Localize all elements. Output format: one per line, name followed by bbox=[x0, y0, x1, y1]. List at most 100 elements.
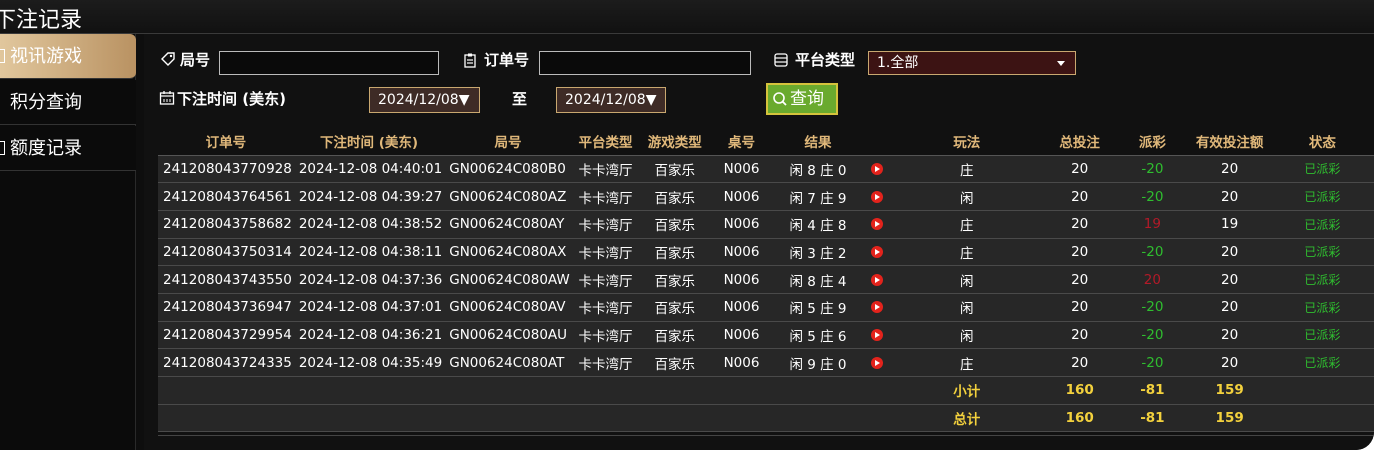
clipboard-icon bbox=[464, 53, 476, 68]
platform-cell: 卡卡湾厅 bbox=[571, 348, 640, 377]
video-replay-icon[interactable] bbox=[870, 245, 883, 258]
tag-icon bbox=[161, 52, 175, 66]
round-input[interactable] bbox=[219, 51, 439, 75]
table-row[interactable]: 241208043743550 2024-12-08 04:37:36 GN0062… bbox=[158, 265, 1374, 294]
replay-cell bbox=[863, 348, 891, 377]
order-input[interactable] bbox=[539, 51, 751, 75]
round-cell: GN00624C080AT bbox=[444, 348, 572, 377]
valid-bet-cell: 20 bbox=[1188, 321, 1271, 350]
video-replay-icon[interactable] bbox=[870, 162, 883, 175]
payout-cell: -20 bbox=[1116, 348, 1189, 377]
replay-cell bbox=[863, 265, 891, 294]
summary-spacer bbox=[158, 376, 891, 405]
order-number-cell: 241208043764561 bbox=[158, 182, 294, 211]
order-number-cell: 241208043729954 bbox=[158, 321, 294, 350]
table-row[interactable]: 241208043736947 2024-12-08 04:37:01 GN0062… bbox=[158, 293, 1374, 322]
sidebar-item-credit[interactable]: 额度记录 bbox=[0, 126, 136, 171]
round-label: 局号 bbox=[180, 51, 211, 69]
game-type-cell: 百家乐 bbox=[639, 182, 711, 211]
total-bet-cell: 20 bbox=[1043, 238, 1117, 267]
valid-bet-cell: 20 bbox=[1188, 348, 1271, 377]
video-replay-icon[interactable] bbox=[870, 301, 883, 314]
status-cell: 已派彩 bbox=[1270, 293, 1374, 322]
play-cell: 闲 bbox=[890, 265, 1044, 294]
table-number-cell: N006 bbox=[710, 238, 773, 267]
query-button[interactable]: 查询 bbox=[766, 83, 838, 115]
play-cell: 庄 bbox=[890, 238, 1044, 267]
round-cell: GN00624C080AZ bbox=[444, 182, 572, 211]
result-cell: 闲 3 庄 2 bbox=[772, 238, 864, 267]
game-type-cell: 百家乐 bbox=[639, 210, 711, 239]
platform-select[interactable]: 1.全部 bbox=[868, 51, 1076, 75]
sidebar-item-label: 视讯游戏 bbox=[10, 46, 82, 67]
payout-cell: 19 bbox=[1116, 210, 1189, 239]
bet-time-cell: 2024-12-08 04:38:11 bbox=[293, 238, 445, 267]
total-bet-cell: 20 bbox=[1043, 348, 1117, 377]
summary-label: 总计 bbox=[890, 404, 1044, 433]
bet-record-icon bbox=[0, 49, 5, 63]
payout-cell: -20 bbox=[1116, 182, 1189, 211]
order-number-cell: 241208043770928 bbox=[158, 155, 294, 184]
table-row[interactable]: 241208043724335 2024-12-08 04:35:49 GN0062… bbox=[158, 348, 1374, 377]
table-number-cell: N006 bbox=[710, 182, 773, 211]
platform-cell: 卡卡湾厅 bbox=[571, 238, 640, 267]
table-row[interactable]: 241208043764561 2024-12-08 04:39:27 GN0062… bbox=[158, 182, 1374, 211]
valid-bet-cell: 19 bbox=[1188, 210, 1271, 239]
play-cell: 闲 bbox=[890, 293, 1044, 322]
summary-total-bet: 160 bbox=[1043, 376, 1117, 405]
play-cell: 庄 bbox=[890, 348, 1044, 377]
table-row[interactable]: 241208043729954 2024-12-08 04:36:21 GN0062… bbox=[158, 321, 1374, 350]
play-cell: 闲 bbox=[890, 182, 1044, 211]
col-replay-header bbox=[863, 128, 891, 156]
game-type-cell: 百家乐 bbox=[639, 155, 711, 184]
table-row[interactable]: 241208043770928 2024-12-08 04:40:01 GN0062… bbox=[158, 155, 1374, 184]
round-cell: GN00624C080AX bbox=[444, 238, 572, 267]
round-cell: GN00624C080AU bbox=[444, 321, 572, 350]
replay-cell bbox=[863, 155, 891, 184]
bet-time-cell: 2024-12-08 04:36:21 bbox=[293, 321, 445, 350]
table-number-cell: N006 bbox=[710, 265, 773, 294]
order-number-cell: 241208043758682 bbox=[158, 210, 294, 239]
replay-cell bbox=[863, 182, 891, 211]
col-game-type-header: 游戏类型 bbox=[639, 128, 711, 156]
table-number-cell: N006 bbox=[710, 293, 773, 322]
summary-valid-bet: 159 bbox=[1188, 404, 1271, 433]
platform-label: 平台类型 bbox=[795, 51, 856, 69]
status-cell: 已派彩 bbox=[1270, 155, 1374, 184]
round-cell: GN00624C080AY bbox=[444, 210, 572, 239]
date-to-picker[interactable]: 2024/12/08▼ bbox=[556, 87, 666, 113]
col-play-header: 玩法 bbox=[890, 128, 1044, 156]
video-replay-icon[interactable] bbox=[870, 328, 883, 341]
replay-cell bbox=[863, 210, 891, 239]
order-number-cell: 241208043750314 bbox=[158, 238, 294, 267]
total-bet-cell: 20 bbox=[1043, 265, 1117, 294]
total-bet-cell: 20 bbox=[1043, 182, 1117, 211]
subtotal-row: 小计 160 -81 159 bbox=[158, 376, 1374, 405]
video-replay-icon[interactable] bbox=[870, 190, 883, 203]
valid-bet-cell: 20 bbox=[1188, 265, 1271, 294]
platform-cell: 卡卡湾厅 bbox=[571, 265, 640, 294]
col-total-bet-header: 总投注 bbox=[1043, 128, 1117, 156]
sidebar-item-points[interactable]: 积分查询 bbox=[0, 80, 136, 125]
video-replay-icon[interactable] bbox=[870, 218, 883, 231]
replay-cell bbox=[863, 321, 891, 350]
table-row[interactable]: 241208043750314 2024-12-08 04:38:11 GN0062… bbox=[158, 238, 1374, 267]
valid-bet-cell: 20 bbox=[1188, 293, 1271, 322]
page-title: 下注记录 bbox=[0, 8, 83, 33]
game-type-cell: 百家乐 bbox=[639, 293, 711, 322]
col-round-header: 局号 bbox=[444, 128, 572, 156]
result-cell: 闲 9 庄 0 bbox=[772, 348, 864, 377]
platform-cell: 卡卡湾厅 bbox=[571, 210, 640, 239]
table-row[interactable]: 241208043758682 2024-12-08 04:38:52 GN0062… bbox=[158, 210, 1374, 239]
result-cell: 闲 8 庄 0 bbox=[772, 155, 864, 184]
platform-cell: 卡卡湾厅 bbox=[571, 182, 640, 211]
order-number-cell: 241208043736947 bbox=[158, 293, 294, 322]
video-replay-icon[interactable] bbox=[870, 273, 883, 286]
date-from-picker[interactable]: 2024/12/08▼ bbox=[369, 87, 480, 113]
result-cell: 闲 8 庄 4 bbox=[772, 265, 864, 294]
status-cell: 已派彩 bbox=[1270, 238, 1374, 267]
sidebar-item-live-games[interactable]: 视讯游戏 bbox=[0, 34, 136, 79]
payout-cell: -20 bbox=[1116, 293, 1189, 322]
round-cell: GN00624C080B0 bbox=[444, 155, 572, 184]
video-replay-icon[interactable] bbox=[870, 356, 883, 369]
